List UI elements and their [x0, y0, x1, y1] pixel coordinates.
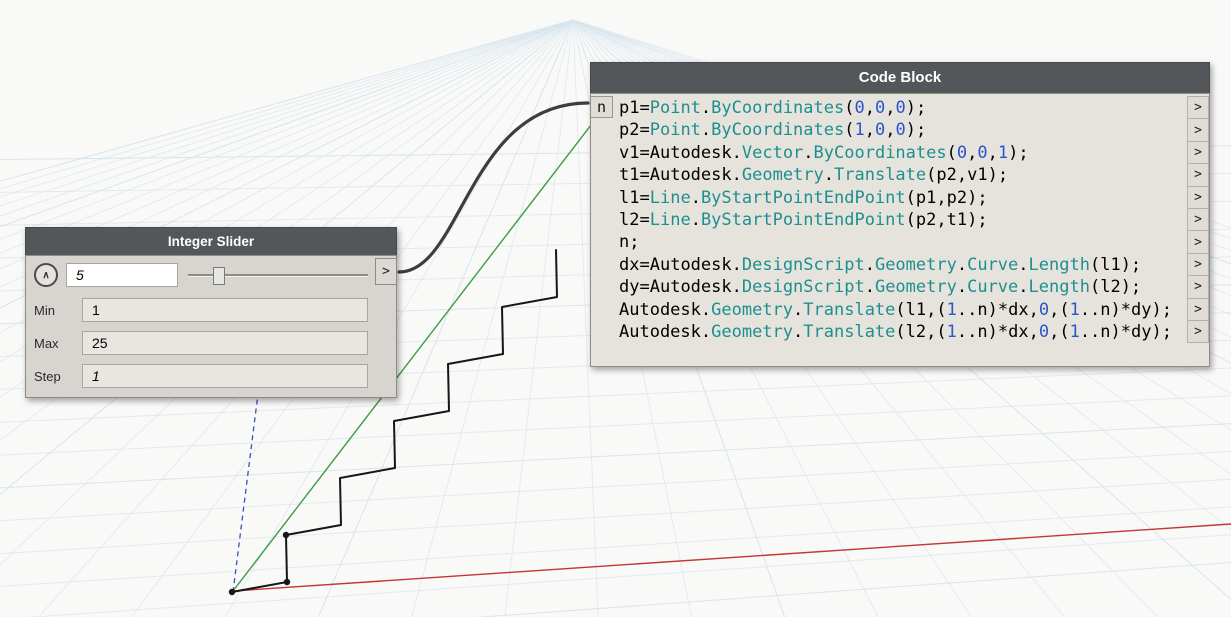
- slider-output-port[interactable]: >: [375, 258, 397, 285]
- slider-row: ∧: [34, 261, 368, 289]
- code-output-port[interactable]: >: [1187, 186, 1209, 209]
- code-output-ports: > > > > > > > > > > >: [1187, 96, 1209, 344]
- code-editor[interactable]: p1=Point.ByCoordinates(0,0,0); p2=Point.B…: [619, 97, 1183, 343]
- code-block-title[interactable]: Code Block: [590, 62, 1210, 93]
- code-line: t1=Autodesk.Geometry.Translate(p2,v1);: [619, 165, 1009, 186]
- code-line: p1=Point.ByCoordinates(0,0,0);: [619, 98, 927, 118]
- code-output-port[interactable]: >: [1187, 164, 1209, 187]
- geometry-point: [228, 588, 236, 596]
- slider-field-row: Min: [34, 298, 368, 322]
- slider-fields: Min Max Step: [34, 298, 368, 388]
- code-output-port[interactable]: >: [1187, 119, 1209, 142]
- geometry-point: [283, 578, 291, 586]
- dynamo-workspace[interactable]: Integer Slider ∧ Min Max Step > Code Block…: [0, 0, 1231, 617]
- field-label-step: Step: [34, 368, 61, 384]
- code-line: l2=Line.ByStartPointEndPoint(p2,t1);: [619, 209, 988, 230]
- code-block-node[interactable]: Code Block n p1=Point.ByCoordinates(0,0,…: [590, 62, 1210, 367]
- code-line: l1=Line.ByStartPointEndPoint(p1,p2);: [619, 187, 988, 208]
- code-line: n;: [619, 232, 640, 253]
- slider-field-row: Max: [34, 331, 368, 355]
- code-line: v1=Autodesk.Vector.ByCoordinates(0,0,1);: [619, 142, 1029, 163]
- slider-handle[interactable]: [213, 267, 226, 285]
- chevron-up-icon: ∧: [42, 269, 50, 281]
- code-output-port[interactable]: >: [1187, 253, 1209, 277]
- code-output-port[interactable]: >: [1187, 276, 1209, 299]
- field-label-max: Max: [34, 335, 59, 351]
- slider-field-row: Step: [34, 364, 368, 388]
- field-input-min[interactable]: [82, 298, 368, 322]
- code-output-port[interactable]: >: [1187, 97, 1209, 120]
- integer-slider-body: ∧ Min Max Step: [25, 255, 397, 398]
- code-output-port[interactable]: >: [1187, 231, 1209, 254]
- integer-slider-node[interactable]: Integer Slider ∧ Min Max Step >: [25, 227, 397, 398]
- code-input-port-n[interactable]: n: [591, 96, 613, 118]
- code-block-body: n p1=Point.ByCoordinates(0,0,0); p2=Point…: [590, 93, 1210, 367]
- code-output-port[interactable]: >: [1187, 141, 1209, 165]
- code-line: Autodesk.Geometry.Translate(l1,(1..n)*dx…: [619, 299, 1172, 320]
- code-output-port[interactable]: >: [1187, 208, 1209, 232]
- field-input-step[interactable]: [82, 364, 368, 388]
- code-output-port[interactable]: >: [1187, 298, 1209, 321]
- slider-track[interactable]: [188, 263, 368, 287]
- slider-value-input[interactable]: [66, 263, 178, 287]
- code-line: p2=Point.ByCoordinates(1,0,0);: [619, 120, 927, 141]
- field-input-max[interactable]: [82, 331, 368, 355]
- code-line: dy=Autodesk.DesignScript.Geometry.Curve.…: [619, 277, 1142, 298]
- code-output-port[interactable]: >: [1187, 320, 1209, 344]
- integer-slider-title[interactable]: Integer Slider: [25, 227, 397, 255]
- x-axis-line: [232, 523, 1231, 592]
- code-line: Autodesk.Geometry.Translate(l2,(1..n)*dx…: [619, 321, 1172, 342]
- code-line: dx=Autodesk.DesignScript.Geometry.Curve.…: [619, 254, 1142, 275]
- collapse-chevron-button[interactable]: ∧: [34, 263, 58, 287]
- field-label-min: Min: [34, 302, 55, 318]
- geometry-point: [282, 531, 290, 539]
